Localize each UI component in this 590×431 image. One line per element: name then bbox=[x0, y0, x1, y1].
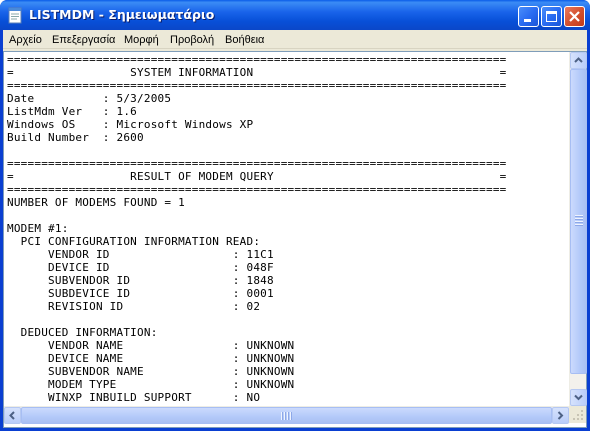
scroll-up-button[interactable] bbox=[570, 52, 587, 69]
close-icon bbox=[569, 11, 580, 22]
grip-dot bbox=[581, 414, 583, 416]
document-line: ========================================… bbox=[7, 183, 507, 196]
window-title: LISTMDM - Σημειωματάριο bbox=[29, 7, 215, 22]
scroll-down-button[interactable] bbox=[570, 389, 587, 406]
document-line: WINXP INBUILD SUPPORT : NO bbox=[7, 391, 261, 404]
vertical-scrollbar[interactable] bbox=[569, 52, 587, 406]
notepad-window: LISTMDM - Σημειωματάριο Αρχείο Επεξεργασ… bbox=[0, 0, 590, 431]
document-line: ========================================… bbox=[7, 53, 507, 66]
document-line: VENDOR NAME : UNKNOWN bbox=[7, 339, 295, 352]
text-editor-frame: ========================================… bbox=[3, 51, 587, 428]
document-line: SUBVENDOR NAME : UNKNOWN bbox=[7, 365, 295, 378]
document-line: DEVICE ID : 048F bbox=[7, 261, 274, 274]
grip-line bbox=[575, 218, 583, 219]
resize-grip[interactable] bbox=[569, 406, 586, 423]
scroll-left-button[interactable] bbox=[4, 407, 21, 424]
grip-dot bbox=[581, 410, 583, 412]
horizontal-scrollbar[interactable] bbox=[4, 406, 569, 424]
notepad-icon[interactable] bbox=[7, 7, 23, 24]
chevron-left-icon bbox=[9, 411, 15, 420]
grip-dot bbox=[581, 418, 583, 420]
document-line: ========================================… bbox=[7, 79, 507, 92]
document-line: NUMBER OF MODEMS FOUND = 1 bbox=[7, 196, 185, 209]
scroll-right-button[interactable] bbox=[552, 407, 569, 424]
document-line: ========================================… bbox=[7, 157, 507, 170]
document-line: Date : 5/3/2005 bbox=[7, 92, 172, 105]
menu-help[interactable]: Βοήθεια bbox=[225, 33, 264, 47]
document-line: SUBVENDOR ID : 1848 bbox=[7, 274, 274, 287]
grip-line bbox=[290, 412, 291, 420]
document-line: ListMdm Ver : 1.6 bbox=[7, 105, 138, 118]
document-line: PCI CONFIGURATION INFORMATION READ: bbox=[7, 235, 261, 248]
document-line: MODEM #1: bbox=[7, 222, 69, 235]
document-line: REVISION ID : 02 bbox=[7, 300, 261, 313]
grip-line bbox=[287, 412, 288, 420]
minimize-button[interactable] bbox=[518, 6, 539, 27]
menu-format[interactable]: Μορφή bbox=[124, 33, 159, 47]
document-line: MODEM TYPE : UNKNOWN bbox=[7, 378, 295, 391]
grip-line bbox=[575, 221, 583, 222]
chevron-right-icon bbox=[557, 411, 564, 420]
window-body: Αρχείο Επεξεργασία Μορφή Προβολή Βοήθεια… bbox=[3, 30, 587, 428]
close-button[interactable] bbox=[564, 6, 585, 27]
grip-dot bbox=[577, 414, 579, 416]
maximize-icon bbox=[546, 11, 557, 22]
chevron-up-icon bbox=[574, 57, 583, 63]
title-bar[interactable]: LISTMDM - Σημειωματάριο bbox=[0, 0, 590, 30]
grip-line bbox=[575, 215, 583, 216]
grip-line bbox=[284, 412, 285, 420]
document-text[interactable]: ========================================… bbox=[7, 53, 507, 404]
menu-bar: Αρχείο Επεξεργασία Μορφή Προβολή Βοήθεια bbox=[3, 30, 587, 49]
vertical-scroll-thumb[interactable] bbox=[570, 69, 587, 374]
minimize-icon bbox=[524, 19, 531, 22]
text-editor[interactable]: ========================================… bbox=[4, 52, 569, 406]
document-line: DEVICE NAME : UNKNOWN bbox=[7, 352, 295, 365]
document-line: = SYSTEM INFORMATION = bbox=[7, 66, 507, 79]
document-line: = RESULT OF MODEM QUERY = bbox=[7, 170, 507, 183]
document-line: DEDUCED INFORMATION: bbox=[7, 326, 158, 339]
document-line: VENDOR ID : 11C1 bbox=[7, 248, 274, 261]
horizontal-scroll-thumb[interactable] bbox=[21, 407, 552, 424]
document-line: Build Number : 2600 bbox=[7, 131, 144, 144]
grip-line bbox=[281, 412, 282, 420]
menu-file[interactable]: Αρχείο bbox=[9, 33, 42, 47]
menu-view[interactable]: Προβολή bbox=[170, 33, 214, 47]
chevron-down-icon bbox=[574, 394, 583, 401]
grip-dot bbox=[577, 418, 579, 420]
document-line: SUBDEVICE ID : 0001 bbox=[7, 287, 274, 300]
grip-dot bbox=[573, 418, 575, 420]
maximize-button[interactable] bbox=[541, 6, 562, 27]
document-line: Windows OS : Microsoft Windows XP bbox=[7, 118, 254, 131]
grip-line bbox=[575, 224, 583, 225]
menu-edit[interactable]: Επεξεργασία bbox=[52, 33, 115, 47]
